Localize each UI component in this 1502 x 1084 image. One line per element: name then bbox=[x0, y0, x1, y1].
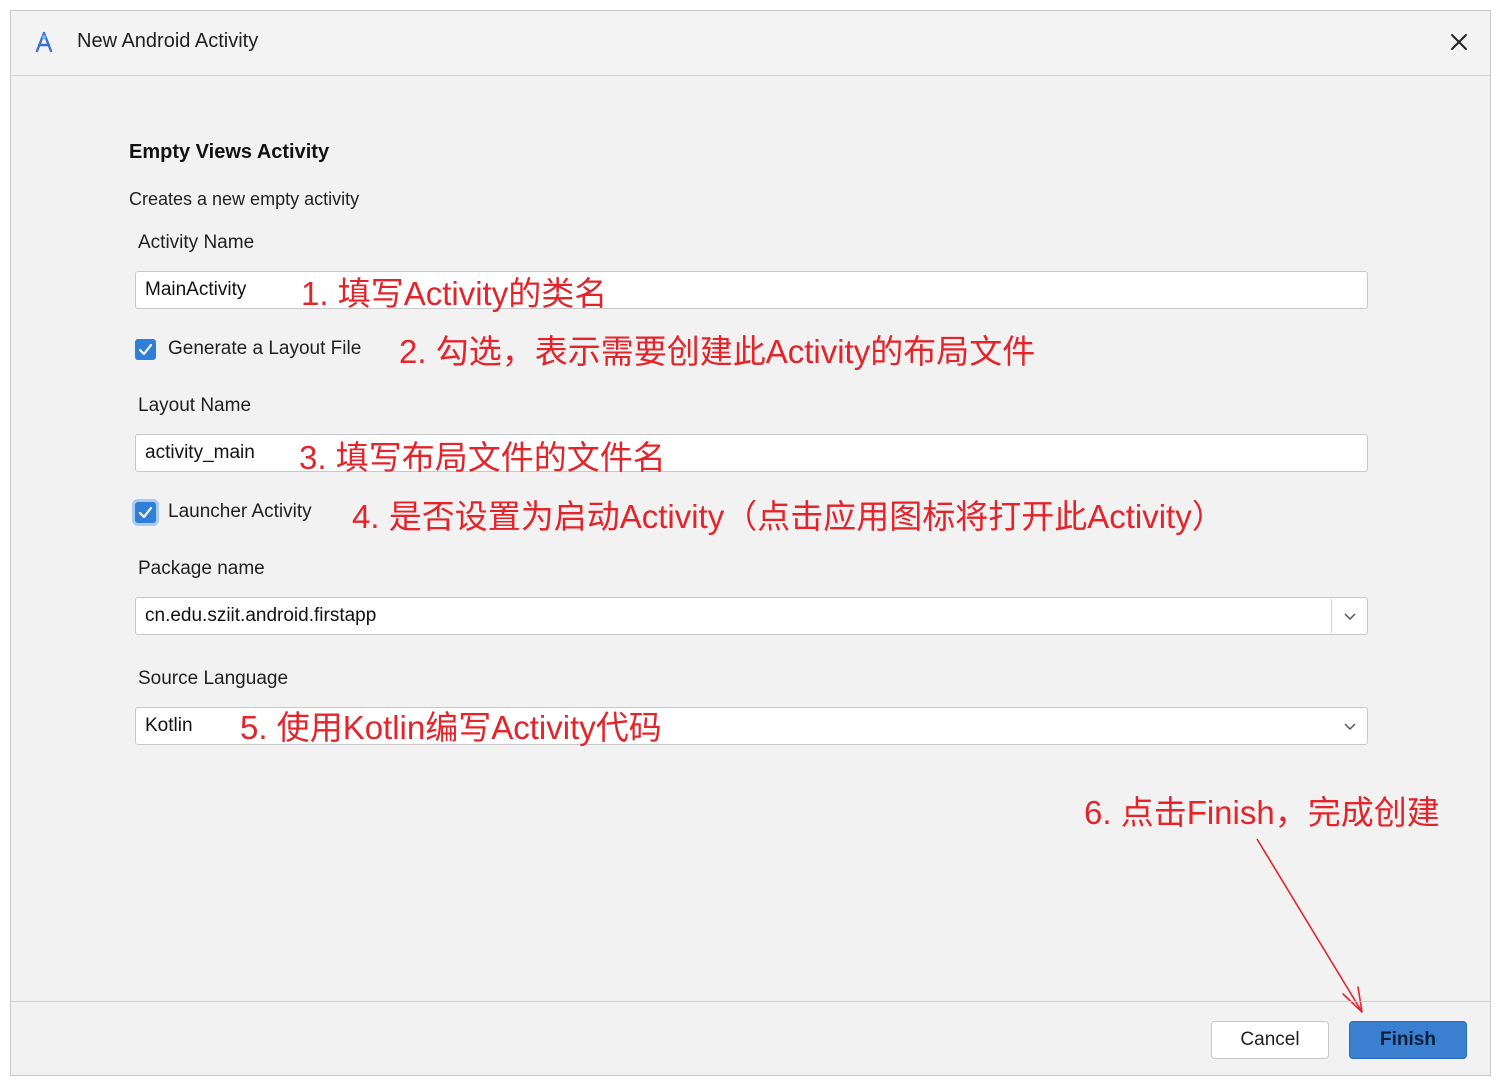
annotation-arrow bbox=[1256, 838, 1363, 1013]
new-activity-dialog: New Android Activity Empty Views Activit… bbox=[10, 10, 1491, 1076]
cancel-button[interactable]: Cancel bbox=[1211, 1021, 1329, 1059]
finish-button[interactable]: Finish bbox=[1349, 1021, 1467, 1059]
footer-separator bbox=[11, 1001, 1490, 1002]
